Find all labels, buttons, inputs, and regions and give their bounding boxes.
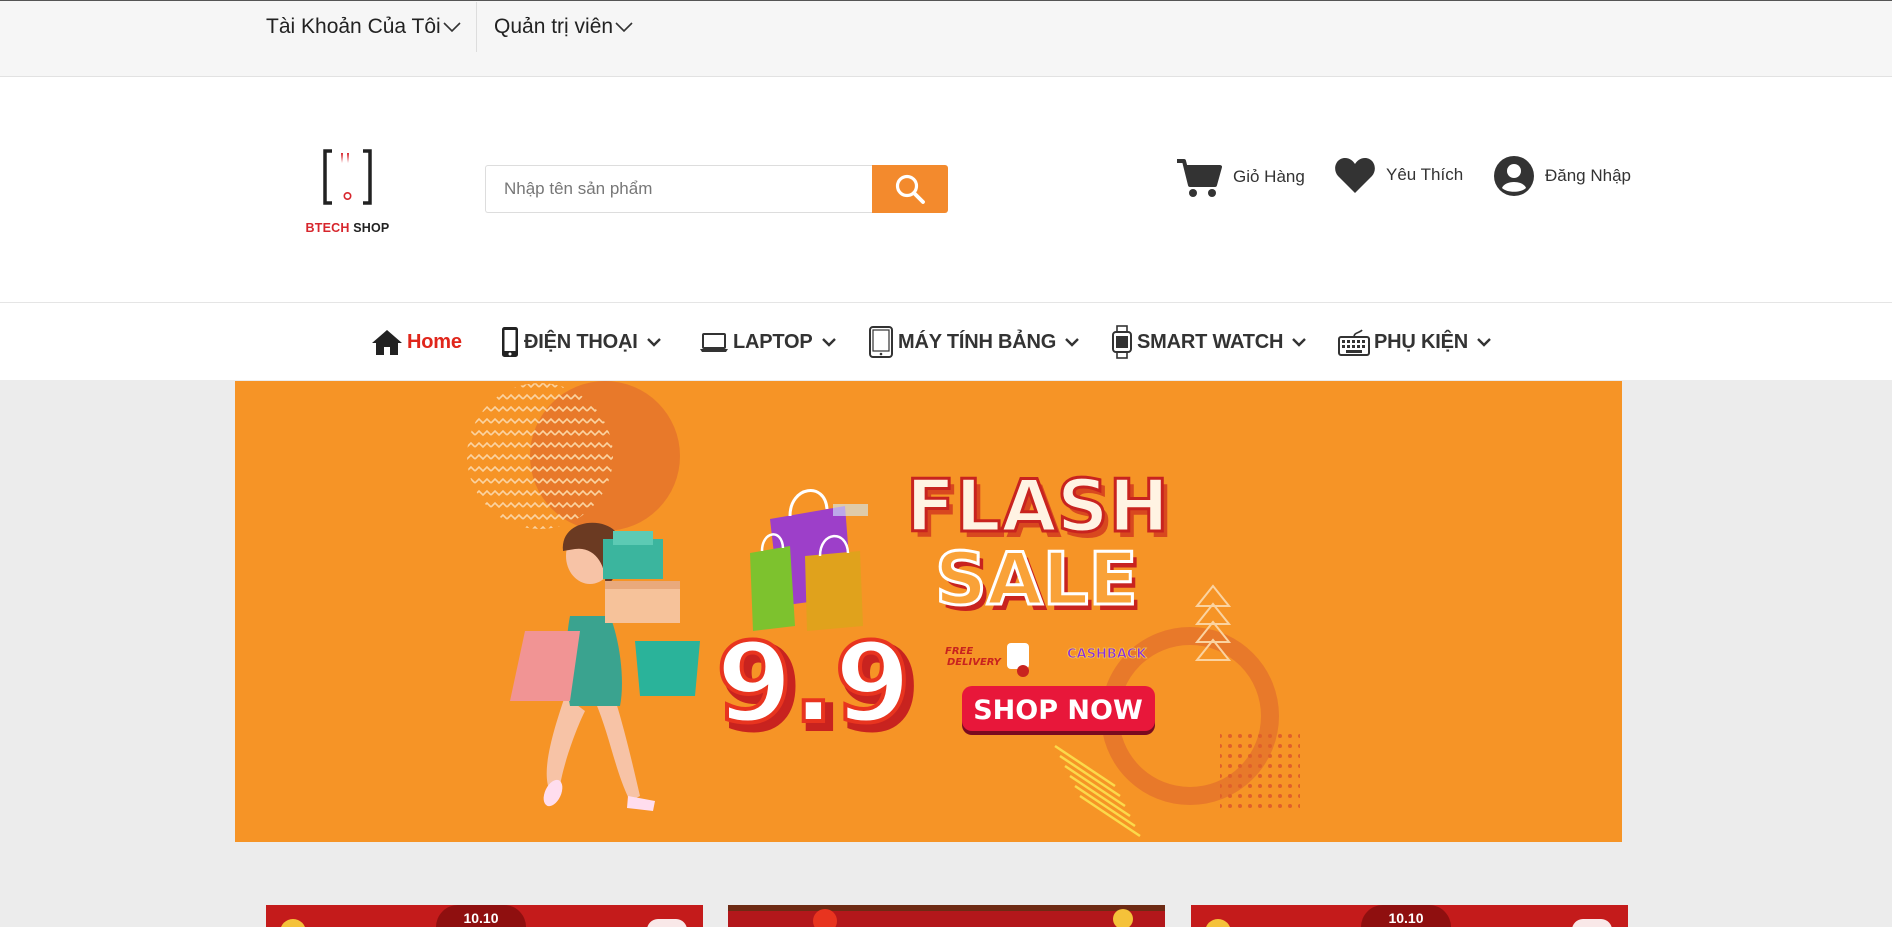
site-logo[interactable]: BTECH SHOP bbox=[300, 141, 395, 235]
chevron-down-icon bbox=[1291, 337, 1307, 348]
svg-text:SALE: SALE bbox=[935, 537, 1138, 621]
nav-phones-label: ĐIỆN THOẠI bbox=[524, 330, 638, 353]
search-icon bbox=[895, 174, 925, 204]
shop-now-button[interactable]: SHOP NOW bbox=[962, 686, 1155, 735]
nav-item-phones[interactable]: ĐIỆN THOẠI bbox=[500, 317, 662, 367]
laptop-icon bbox=[699, 331, 729, 353]
cloud-icon bbox=[1572, 919, 1612, 927]
free-delivery-badge: FREE DELIVERY bbox=[945, 643, 1029, 677]
coin-icon bbox=[1205, 919, 1231, 927]
nav-accessories-label: PHỤ KIỆN bbox=[1374, 330, 1468, 353]
my-account-label: Tài Khoản Của Tôi bbox=[266, 15, 441, 38]
login-link[interactable]: Đăng Nhập bbox=[1493, 155, 1631, 197]
cart-link[interactable]: Giỏ Hàng bbox=[1175, 155, 1305, 199]
my-account-menu[interactable]: Tài Khoản Của Tôi bbox=[266, 1, 461, 53]
decor-dots bbox=[1220, 731, 1300, 811]
logo-bracket-icon bbox=[323, 149, 372, 205]
nav-tablets-label: MÁY TÍNH BẢNG bbox=[898, 330, 1057, 353]
promo-tag: 10.10 bbox=[1361, 905, 1451, 927]
home-icon bbox=[371, 328, 403, 356]
chevron-down-icon bbox=[1476, 337, 1492, 348]
promo-card[interactable]: 10.10 bbox=[1191, 905, 1628, 927]
promo-card[interactable] bbox=[728, 905, 1165, 927]
flash-sale-banner[interactable]: 9.9 9.9 FLASH FLASH SALE SALE FREE DELIV… bbox=[235, 381, 1622, 842]
search-bar bbox=[485, 165, 948, 213]
svg-text:CASHBACK: CASHBACK bbox=[1067, 647, 1147, 662]
top-bar: Tài Khoản Của Tôi Quản trị viên bbox=[0, 0, 1892, 77]
promo-top-strip bbox=[728, 905, 1165, 911]
wishlist-link[interactable]: Yêu Thích bbox=[1334, 155, 1463, 195]
user-icon bbox=[1494, 156, 1534, 196]
wishlist-label: Yêu Thích bbox=[1386, 165, 1464, 184]
nav-item-accessories[interactable]: PHỤ KIỆN bbox=[1338, 317, 1492, 367]
keyboard-icon bbox=[1338, 328, 1370, 356]
svg-text:FREE: FREE bbox=[945, 646, 973, 657]
nav-home-label: Home bbox=[407, 330, 462, 353]
shopping-bags-illustration bbox=[750, 489, 868, 631]
cloud-icon bbox=[647, 919, 687, 927]
nav-smartwatch-label: SMART WATCH bbox=[1137, 330, 1284, 353]
nav-item-smartwatch[interactable]: SMART WATCH bbox=[1111, 317, 1307, 367]
heart-icon bbox=[1335, 158, 1375, 193]
chevron-down-icon bbox=[1064, 337, 1080, 348]
admin-label: Quản trị viên bbox=[494, 15, 614, 38]
chevron-down-icon bbox=[646, 337, 662, 348]
flash-sale-title: FLASH FLASH SALE SALE bbox=[905, 463, 1174, 628]
nav-item-tablets[interactable]: MÁY TÍNH BẢNG bbox=[868, 317, 1080, 367]
shopper-illustration bbox=[510, 522, 700, 811]
watch-icon bbox=[1111, 325, 1133, 359]
search-input[interactable] bbox=[485, 165, 872, 213]
main-nav: Home ĐIỆN THOẠI LAPTOP MÁY TÍNH BẢNG SMA… bbox=[0, 302, 1892, 380]
cashback-badge: CASHBACK bbox=[1067, 647, 1148, 663]
phone-icon bbox=[500, 326, 520, 358]
lantern-icon bbox=[813, 909, 837, 927]
banner-date-front: 9.9 bbox=[716, 619, 911, 747]
chevron-down-icon bbox=[615, 22, 633, 33]
tablet-icon bbox=[868, 326, 894, 358]
cart-icon bbox=[1177, 159, 1222, 197]
nav-laptops-label: LAPTOP bbox=[733, 330, 813, 353]
nav-item-home[interactable]: Home bbox=[371, 317, 462, 367]
decor-zigzag bbox=[467, 383, 613, 529]
cart-label: Giỏ Hàng bbox=[1233, 167, 1305, 186]
promo-card[interactable]: 10.10 bbox=[266, 905, 703, 927]
coin-icon bbox=[1113, 909, 1133, 927]
search-button[interactable] bbox=[872, 165, 948, 213]
chevron-down-icon bbox=[821, 337, 837, 348]
coin-icon bbox=[280, 919, 306, 927]
svg-text:SHOP NOW: SHOP NOW bbox=[973, 695, 1143, 726]
chevron-down-icon bbox=[443, 22, 461, 33]
logo-text: BTECH SHOP bbox=[305, 221, 390, 235]
promo-tag: 10.10 bbox=[436, 905, 526, 927]
admin-menu[interactable]: Quản trị viên bbox=[494, 1, 633, 53]
svg-text:FLASH: FLASH bbox=[906, 464, 1169, 548]
nav-item-laptops[interactable]: LAPTOP bbox=[699, 317, 837, 367]
login-label: Đăng Nhập bbox=[1545, 166, 1632, 185]
topbar-divider bbox=[476, 2, 477, 52]
site-header: BTECH SHOP Giỏ Hàng Yêu Thích bbox=[0, 77, 1892, 302]
svg-text:DELIVERY: DELIVERY bbox=[947, 657, 1003, 668]
banner-artwork: 9.9 9.9 FLASH FLASH SALE SALE FREE DELIV… bbox=[467, 381, 1300, 838]
